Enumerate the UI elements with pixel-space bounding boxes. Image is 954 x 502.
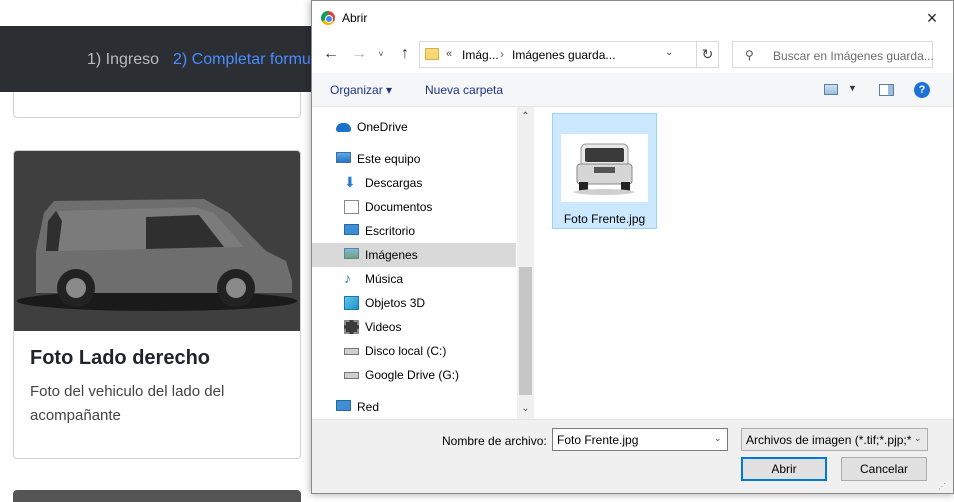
scroll-down-icon[interactable]: ⌄ bbox=[517, 403, 534, 414]
sidebar-item-música[interactable]: ♪ Música bbox=[312, 267, 516, 291]
card-previous bbox=[13, 92, 301, 118]
drive-icon bbox=[344, 372, 359, 379]
navigation-scrollbar[interactable]: ⌃ ⌄ bbox=[517, 107, 534, 419]
sidebar-item-imágenes[interactable]: Imágenes bbox=[312, 243, 516, 267]
download-icon: ⬇ bbox=[344, 174, 356, 190]
resize-grip-icon[interactable]: ⋰ bbox=[938, 482, 946, 491]
sidebar-item-label: Este equipo bbox=[357, 152, 421, 166]
sidebar-item-label: Imágenes bbox=[365, 248, 418, 262]
breadcrumb-overflow[interactable]: « bbox=[446, 48, 452, 60]
breadcrumb-imagenes[interactable]: Imág... bbox=[462, 48, 499, 62]
sidebar-item-label: Red bbox=[357, 400, 380, 414]
pictures-icon bbox=[344, 248, 359, 259]
scroll-thumb[interactable] bbox=[519, 267, 532, 395]
file-item-foto-frente[interactable]: Foto Frente.jpg bbox=[552, 113, 657, 229]
video-icon bbox=[344, 320, 359, 334]
sidebar-item-onedrive[interactable]: OneDrive bbox=[312, 115, 516, 139]
dialog-titlebar[interactable]: Abrir × bbox=[312, 1, 953, 35]
card-description: Foto del vehiculo del lado del acompañan… bbox=[30, 383, 225, 424]
navigation-pane: OneDrive Este equipo ⬇ Descargas Documentos E… bbox=[312, 107, 516, 419]
dialog-title: Abrir bbox=[342, 11, 368, 25]
sidebar-item-label: OneDrive bbox=[357, 120, 408, 134]
sidebar-item-label: Videos bbox=[365, 320, 402, 334]
onedrive-icon bbox=[336, 123, 351, 132]
sidebar-item-documentos[interactable]: Documentos bbox=[312, 195, 516, 219]
sidebar-item-escritorio[interactable]: Escritorio bbox=[312, 219, 516, 243]
recent-locations-chevron-icon[interactable]: ˅ bbox=[374, 44, 388, 64]
van-side-image[interactable] bbox=[14, 151, 300, 331]
chevron-down-icon[interactable]: ⌄ bbox=[914, 433, 922, 444]
objects3d-icon bbox=[344, 296, 359, 310]
chevron-down-icon[interactable]: ⌄ bbox=[665, 47, 673, 58]
drive-icon bbox=[344, 348, 359, 355]
sidebar-item-label: Descargas bbox=[365, 176, 423, 190]
sidebar-item-disco-local-c[interactable]: Disco local (C:) bbox=[312, 339, 516, 363]
nav-step-ingreso[interactable]: 1) Ingreso bbox=[87, 51, 159, 69]
filename-field[interactable] bbox=[552, 428, 728, 451]
folder-icon bbox=[425, 48, 439, 60]
sidebar-item-label: Música bbox=[365, 272, 404, 286]
sidebar-item-google-drive-g[interactable]: Google Drive (G:) bbox=[312, 363, 516, 387]
view-options-icon[interactable] bbox=[824, 84, 838, 95]
open-file-dialog: Abrir × ← → ˅ ↑ « Imág... › Imágenes gua… bbox=[311, 0, 954, 494]
sidebar-item-label: Disco local (C:) bbox=[365, 344, 447, 358]
refresh-icon[interactable]: ↻ bbox=[696, 42, 718, 67]
open-button[interactable]: Abrir bbox=[741, 457, 827, 481]
filename-label: Nombre de archivo: bbox=[442, 434, 547, 448]
back-arrow-icon[interactable]: ← bbox=[320, 44, 342, 64]
music-icon: ♪ bbox=[344, 270, 351, 286]
computer-icon bbox=[336, 152, 351, 163]
image-thumbnail bbox=[561, 134, 648, 202]
card-title: Foto Lado derecho bbox=[30, 347, 210, 369]
sidebar-item-label: Objetos 3D bbox=[365, 296, 426, 310]
sidebar-item-label: Escritorio bbox=[365, 224, 416, 238]
address-bar[interactable]: « Imág... › Imágenes guarda... ⌄ ↻ bbox=[419, 41, 719, 68]
organize-button[interactable]: Organizar ▾ bbox=[330, 83, 392, 97]
search-input[interactable]: ⚲ Buscar en Imágenes guarda... bbox=[732, 41, 934, 68]
new-folder-button[interactable]: Nueva carpeta bbox=[425, 83, 503, 97]
scroll-up-icon[interactable]: ⌃ bbox=[517, 111, 534, 122]
sidebar-item-objetos-3d[interactable]: Objetos 3D bbox=[312, 291, 516, 315]
sidebar-item-videos[interactable]: Videos bbox=[312, 315, 516, 339]
nav-step-completar[interactable]: 2) Completar formu bbox=[173, 51, 311, 69]
file-name: Foto Frente.jpg bbox=[563, 212, 646, 226]
search-icon: ⚲ bbox=[745, 48, 754, 62]
breadcrumb-separator-icon[interactable]: › bbox=[500, 47, 504, 61]
forward-arrow-icon[interactable]: → bbox=[348, 44, 370, 64]
help-icon[interactable]: ? bbox=[914, 82, 930, 98]
sidebar-item-label: Google Drive (G:) bbox=[365, 368, 460, 382]
filetype-select[interactable]: Archivos de imagen (*.tif;*.pjp;* bbox=[741, 428, 928, 451]
desktop-icon bbox=[344, 224, 359, 235]
dialog-toolbar: Organizar ▾ Nueva carpeta ▼ ? bbox=[312, 73, 953, 107]
dialog-footer: Nombre de archivo: ⌄ Archivos de imagen … bbox=[312, 419, 953, 493]
breadcrumb-imagenes-guardadas[interactable]: Imágenes guarda... bbox=[512, 48, 615, 62]
photo-card: Foto Lado derecho Foto del vehiculo del … bbox=[13, 150, 301, 459]
sidebar-item-red[interactable]: Red bbox=[312, 395, 516, 419]
sidebar-item-este-equipo[interactable]: Este equipo bbox=[312, 147, 516, 171]
up-arrow-icon[interactable]: ↑ bbox=[394, 44, 416, 64]
chrome-icon bbox=[321, 11, 335, 25]
document-icon bbox=[344, 200, 359, 214]
network-icon bbox=[336, 400, 351, 411]
cancel-button[interactable]: Cancelar bbox=[841, 457, 927, 481]
sidebar-item-descargas[interactable]: ⬇ Descargas bbox=[312, 171, 516, 195]
preview-pane-icon[interactable] bbox=[879, 84, 894, 96]
chevron-down-icon[interactable]: ▼ bbox=[848, 83, 857, 93]
search-placeholder: Buscar en Imágenes guarda... bbox=[773, 49, 934, 63]
address-row: ← → ˅ ↑ « Imág... › Imágenes guarda... ⌄… bbox=[312, 35, 953, 73]
close-button[interactable]: × bbox=[917, 5, 947, 31]
chevron-down-icon[interactable]: ⌄ bbox=[714, 433, 722, 444]
card-next bbox=[13, 490, 301, 502]
file-list: Foto Frente.jpg bbox=[535, 107, 953, 419]
sidebar-item-label: Documentos bbox=[365, 200, 433, 214]
